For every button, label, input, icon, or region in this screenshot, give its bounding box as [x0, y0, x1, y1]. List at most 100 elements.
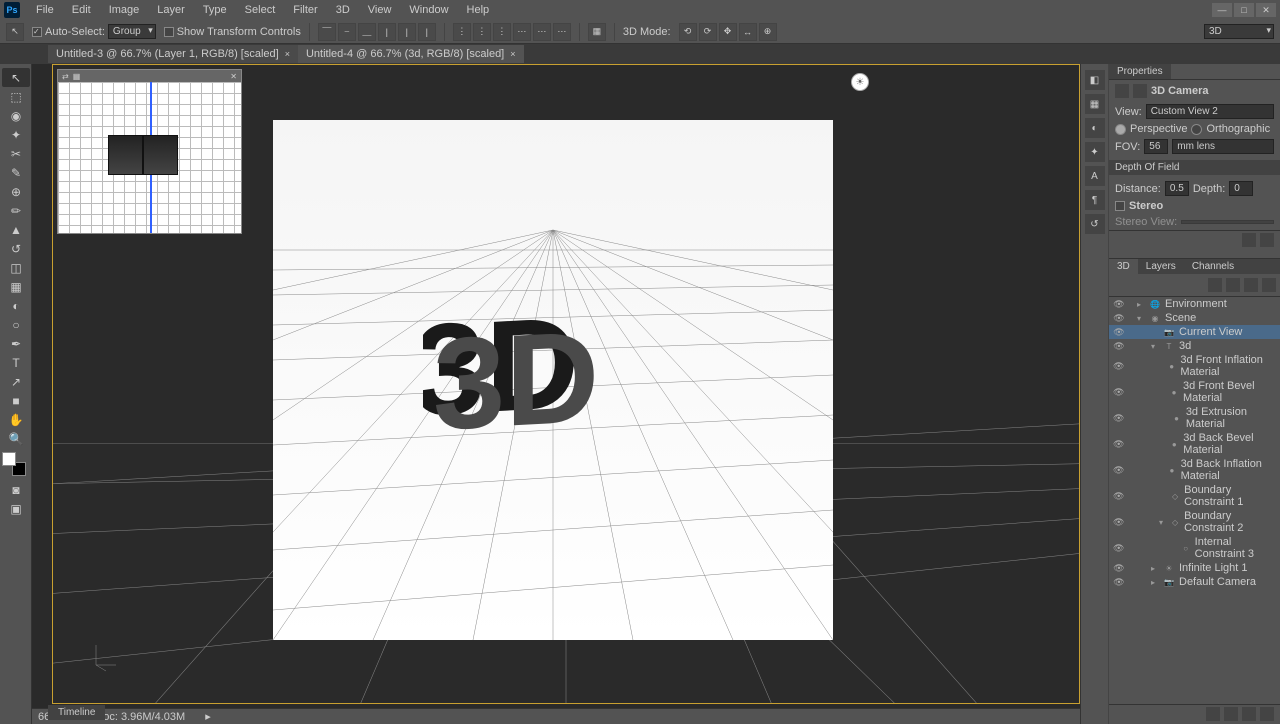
tree-row[interactable]: 👁●3d Back Bevel Material [1109, 431, 1280, 457]
lasso-tool[interactable]: ◉ [2, 106, 30, 125]
paragraph-panel-icon[interactable]: ¶ [1085, 190, 1105, 210]
zoom-tool[interactable]: 🔍 [2, 429, 30, 448]
menu-help[interactable]: Help [459, 2, 498, 18]
layers-tab[interactable]: Layers [1138, 259, 1184, 274]
blur-tool[interactable]: ◐ [2, 296, 30, 315]
channels-tab[interactable]: Channels [1184, 259, 1242, 274]
visibility-icon[interactable]: 👁 [1113, 439, 1124, 450]
expand-icon[interactable]: ▸ [1133, 298, 1145, 310]
quickmask-tool[interactable]: ◙ [2, 480, 30, 499]
align-bottom-icon[interactable]: ⎽ [358, 23, 376, 41]
color-swatches[interactable] [2, 452, 26, 476]
menu-edit[interactable]: Edit [64, 2, 99, 18]
stamp-tool[interactable]: ▲ [2, 220, 30, 239]
character-panel-icon[interactable]: A [1085, 166, 1105, 186]
visibility-icon[interactable]: 👁 [1113, 543, 1124, 554]
dodge-tool[interactable]: ○ [2, 315, 30, 334]
path-tool[interactable]: ↗ [2, 372, 30, 391]
light-indicator-icon[interactable]: ☀ [851, 73, 869, 91]
adjustments-panel-icon[interactable]: ◐ [1085, 118, 1105, 138]
auto-select-dropdown[interactable]: Group [108, 24, 156, 39]
expand-icon[interactable] [1154, 360, 1163, 372]
heal-tool[interactable]: ⊕ [2, 182, 30, 201]
visibility-icon[interactable]: 👁 [1113, 341, 1125, 352]
tree-row[interactable]: 👁▾◉Scene [1109, 311, 1280, 325]
filter-mesh-icon[interactable] [1226, 278, 1240, 292]
visibility-icon[interactable]: 👁 [1113, 327, 1125, 338]
properties-tab[interactable]: Properties [1109, 64, 1171, 79]
align-hcenter-icon[interactable]: | [398, 23, 416, 41]
align-left-icon[interactable]: | [378, 23, 396, 41]
menu-select[interactable]: Select [237, 2, 284, 18]
fov-unit-dropdown[interactable]: mm lens [1172, 139, 1274, 154]
menu-3d[interactable]: 3D [328, 2, 358, 18]
expand-icon[interactable] [1167, 542, 1177, 554]
expand-icon[interactable] [1155, 386, 1165, 398]
perspective-radio[interactable] [1115, 124, 1126, 135]
color-panel-icon[interactable]: ◧ [1085, 70, 1105, 90]
secondary-view[interactable]: ⇄ ▦ ✕ [57, 69, 242, 234]
foreground-color[interactable] [2, 452, 16, 466]
timeline-tab[interactable]: Timeline [48, 705, 105, 720]
auto-select-checkbox[interactable] [32, 27, 42, 37]
align-vcenter-icon[interactable]: ⎯ [338, 23, 356, 41]
tab-close-icon[interactable]: × [285, 49, 290, 59]
align-right-icon[interactable]: | [418, 23, 436, 41]
3d-tab[interactable]: 3D [1109, 259, 1138, 274]
scene-tree[interactable]: 👁▸🌐Environment👁▾◉Scene👁📷Current View👁▾T3… [1109, 297, 1280, 704]
orthographic-radio[interactable] [1191, 124, 1202, 135]
canvas-area[interactable]: 3D 3D ☀ ⇄ ▦ ✕ [32, 64, 1080, 724]
expand-icon[interactable] [1154, 464, 1163, 476]
styles-panel-icon[interactable]: ✦ [1085, 142, 1105, 162]
visibility-icon[interactable]: 👁 [1113, 361, 1124, 372]
menu-view[interactable]: View [360, 2, 400, 18]
align-top-icon[interactable]: ⎺ [318, 23, 336, 41]
visibility-icon[interactable]: 👁 [1113, 413, 1124, 424]
fov-input[interactable]: 56 [1144, 139, 1168, 154]
tree-row[interactable]: 👁●3d Front Bevel Material [1109, 379, 1280, 405]
filter-material-icon[interactable] [1244, 278, 1258, 292]
distribute-icon[interactable]: ⋮ [473, 23, 491, 41]
tree-row[interactable]: 👁○Internal Constraint 3 [1109, 535, 1280, 561]
3d-text-object[interactable]: 3D 3D [423, 275, 678, 455]
move-tool-preset-icon[interactable]: ↖ [6, 23, 24, 41]
maximize-button[interactable]: □ [1234, 3, 1254, 17]
pen-tool[interactable]: ✒ [2, 334, 30, 353]
render-icon[interactable] [1224, 707, 1238, 721]
depth-input[interactable]: 0 [1229, 181, 1253, 196]
document-tab[interactable]: Untitled-3 @ 66.7% (Layer 1, RGB/8) [sca… [48, 45, 298, 63]
expand-icon[interactable] [1147, 326, 1159, 338]
gradient-tool[interactable]: ▦ [2, 277, 30, 296]
view-menu-icon[interactable]: ▦ [73, 72, 81, 81]
visibility-icon[interactable]: 👁 [1113, 491, 1124, 502]
show-transform-checkbox[interactable] [164, 27, 174, 37]
swap-view-icon[interactable]: ⇄ [62, 72, 69, 81]
distribute-icon[interactable]: ⋯ [553, 23, 571, 41]
view-dropdown[interactable]: Custom View 2 [1146, 104, 1274, 119]
filter-light-icon[interactable] [1262, 278, 1276, 292]
expand-icon[interactable]: ▾ [1156, 516, 1166, 528]
filter-scene-icon[interactable] [1208, 278, 1222, 292]
distance-input[interactable]: 0.5 [1165, 181, 1189, 196]
render-icon[interactable] [1242, 233, 1256, 247]
expand-icon[interactable] [1156, 438, 1166, 450]
distribute-icon[interactable]: ⋯ [533, 23, 551, 41]
menu-type[interactable]: Type [195, 2, 235, 18]
tree-row[interactable]: 👁📷Current View [1109, 325, 1280, 339]
zoom-icon[interactable]: ⊕ [759, 23, 777, 41]
visibility-icon[interactable]: 👁 [1113, 517, 1124, 528]
tree-row[interactable]: 👁●3d Back Inflation Material [1109, 457, 1280, 483]
trash-icon[interactable] [1260, 233, 1274, 247]
distribute-icon[interactable]: ⋮ [493, 23, 511, 41]
crop-tool[interactable]: ✂ [2, 144, 30, 163]
marquee-tool[interactable]: ⬚ [2, 87, 30, 106]
tree-row[interactable]: 👁◇Boundary Constraint 1 [1109, 483, 1280, 509]
visibility-icon[interactable]: 👁 [1113, 387, 1124, 398]
visibility-icon[interactable]: 👁 [1113, 465, 1124, 476]
tree-row[interactable]: 👁●3d Extrusion Material [1109, 405, 1280, 431]
menu-filter[interactable]: Filter [285, 2, 325, 18]
tree-row[interactable]: 👁▾◇Boundary Constraint 2 [1109, 509, 1280, 535]
close-secondary-icon[interactable]: ✕ [230, 72, 237, 81]
new-icon[interactable] [1242, 707, 1256, 721]
minimize-button[interactable]: — [1212, 3, 1232, 17]
